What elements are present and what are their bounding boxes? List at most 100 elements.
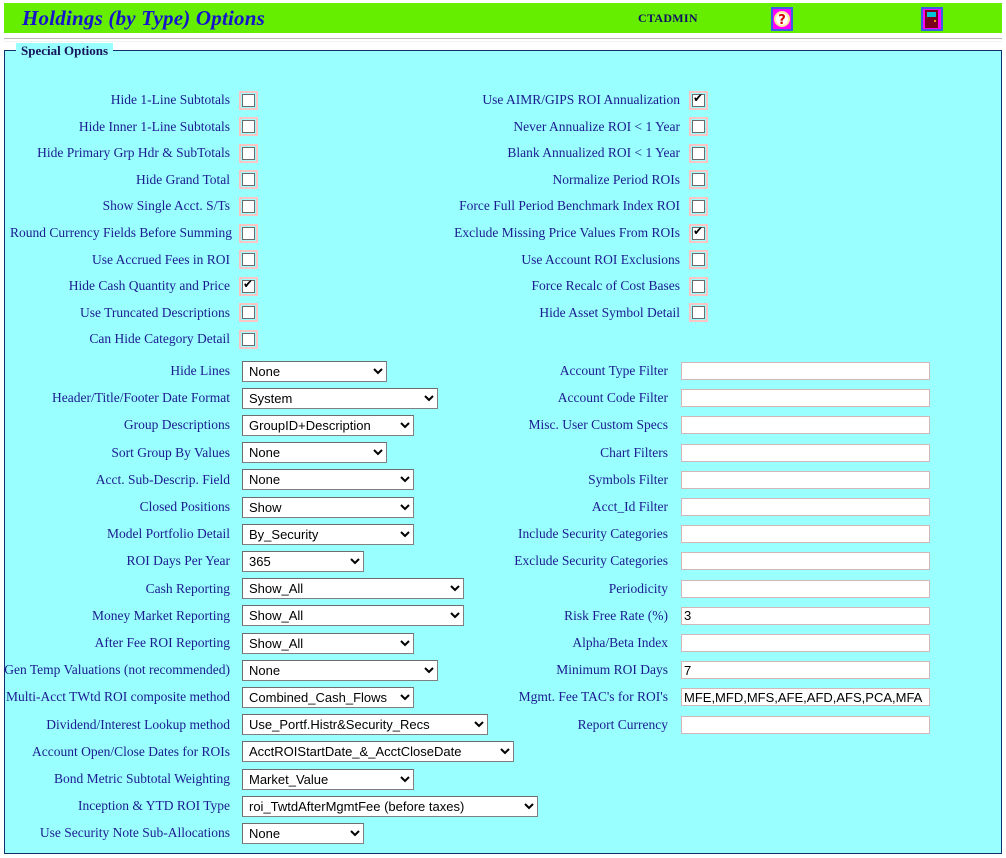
checkbox-round-currency-fields-before-summing[interactable] (242, 227, 255, 240)
checkbox-can-hide-category-detail[interactable] (242, 333, 255, 346)
checkbox-row-use-aimr-gips-roi-annualization: Use AIMR/GIPS ROI Annualization (440, 89, 705, 111)
input-exclude-security-categories[interactable] (681, 552, 930, 570)
input-report-currency[interactable] (681, 716, 930, 734)
select-group-descriptions[interactable]: GroupID+Description (242, 415, 414, 436)
checkbox-show-single-acct-s-ts[interactable] (242, 200, 255, 213)
input-periodicity[interactable] (681, 580, 930, 598)
select-label-account-open-close-dates-for-rois: Account Open/Close Dates for ROIs (2, 744, 237, 760)
select-row-closed-positions: Closed Positions Show (2, 494, 414, 520)
input-risk-free-rate[interactable] (681, 607, 930, 625)
input-row-account-code-filter: Account Code Filter (478, 386, 930, 410)
select-row-cash-reporting: Cash ReportingShow_All (2, 576, 464, 602)
special-options-legend: Special Options (16, 43, 113, 59)
checkbox-row-use-accrued-fees-in-roi: Use Accrued Fees in ROI (10, 249, 255, 271)
input-row-account-type-filter: Account Type Filter (478, 359, 930, 383)
checkbox-hide-primary-grp-hdr-subtotals[interactable] (242, 147, 255, 160)
input-label-report-currency: Report Currency (478, 717, 676, 733)
input-row-include-security-categories: Include Security Categories (478, 522, 930, 546)
input-account-type-filter[interactable] (681, 362, 930, 380)
input-row-minimum-roi-days: Minimum ROI Days (478, 658, 930, 682)
checkbox-hide-inner-1-line-subtotals[interactable] (242, 120, 255, 133)
select-row-multi-acct-twtd-roi-composite-method: Multi-Acct TWtd ROI composite methodComb… (2, 684, 414, 710)
input-symbols-filter[interactable] (681, 471, 930, 489)
checkbox-label-force-full-period-benchmark-index-roi: Force Full Period Benchmark Index ROI (440, 198, 688, 214)
checkbox-row-hide-primary-grp-hdr-subtotals: Hide Primary Grp Hdr & SubTotals (10, 142, 255, 164)
input-account-code-filter[interactable] (681, 389, 930, 407)
select-sort-group-by-values[interactable]: None (242, 442, 387, 463)
input-label-periodicity: Periodicity (478, 581, 676, 597)
checkbox-label-show-single-acct-s-ts: Show Single Acct. S/Ts (10, 198, 238, 214)
select-row-model-portfolio-detail: Model Portfolio DetailBy_Security (2, 521, 414, 547)
select-money-market-reporting[interactable]: Show_All (242, 605, 464, 626)
checkbox-label-hide-1-line-subtotals: Hide 1-Line Subtotals (10, 92, 238, 108)
select-acct-sub-descrip-field[interactable]: None (242, 469, 414, 490)
checkbox-label-hide-inner-1-line-subtotals: Hide Inner 1-Line Subtotals (10, 119, 238, 135)
checkbox-row-show-single-acct-s-ts: Show Single Acct. S/Ts (10, 195, 255, 217)
checkbox-never-annualize-roi-1-year[interactable] (692, 120, 705, 133)
checkbox-label-exclude-missing-price-values-from-rois: Exclude Missing Price Values From ROIs (440, 225, 688, 241)
select-hide-lines[interactable]: None (242, 361, 387, 382)
input-row-alpha-beta-index: Alpha/Beta Index (478, 631, 930, 655)
select-row-inception-ytd-roi-type: Inception & YTD ROI Typeroi_TwtdAfterMgm… (2, 793, 538, 819)
checkbox-row-use-truncated-descriptions: Use Truncated Descriptions (10, 302, 255, 324)
checkbox-hide-asset-symbol-detail[interactable] (692, 306, 705, 319)
input-minimum-roi-days[interactable] (681, 661, 930, 679)
input-misc-user-custom-specs[interactable] (681, 416, 930, 434)
select-row-bond-metric-subtotal-weighting: Bond Metric Subtotal WeightingMarket_Val… (2, 766, 414, 792)
exit-door-icon[interactable] (921, 7, 943, 31)
checkbox-label-hide-asset-symbol-detail: Hide Asset Symbol Detail (440, 305, 688, 321)
select-use-security-note-sub-allocations[interactable]: None (242, 823, 364, 844)
select-inception-ytd-roi-type[interactable]: roi_TwtdAfterMgmtFee (before taxes) (242, 796, 538, 817)
select-label-use-security-note-sub-allocations: Use Security Note Sub-Allocations (2, 825, 237, 841)
select-cash-reporting[interactable]: Show_All (242, 578, 464, 599)
checkbox-row-normalize-period-rois: Normalize Period ROIs (440, 169, 705, 191)
checkbox-force-full-period-benchmark-index-roi[interactable] (692, 200, 705, 213)
select-header-title-footer-date-format[interactable]: System (242, 388, 438, 409)
help-question-icon[interactable]: ? (771, 7, 793, 31)
checkbox-normalize-period-rois[interactable] (692, 173, 705, 186)
input-row-misc-user-custom-specs: Misc. User Custom Specs (478, 413, 930, 437)
select-roi-days-per-year[interactable]: 365 (242, 551, 364, 572)
select-row-sort-group-by-values: Sort Group By ValuesNone (2, 440, 387, 466)
select-label-money-market-reporting: Money Market Reporting (2, 608, 237, 624)
input-label-chart-filters: Chart Filters (478, 445, 676, 461)
input-alpha-beta-index[interactable] (681, 634, 930, 652)
select-dividend-interest-lookup-method[interactable]: Use_Portf.Histr&Security_Recs (242, 714, 488, 735)
checkbox-force-recalc-of-cost-bases[interactable] (692, 280, 705, 293)
checkbox-exclude-missing-price-values-from-rois[interactable] (692, 227, 705, 240)
select-multi-acct-twtd-roi-composite-method[interactable]: Combined_Cash_Flows (242, 687, 414, 708)
select-label-closed-positions: Closed Positions (2, 499, 237, 515)
select-row-account-open-close-dates-for-rois: Account Open/Close Dates for ROIs AcctROI… (2, 739, 514, 765)
select-label-after-fee-roi-reporting: After Fee ROI Reporting (2, 635, 237, 651)
input-acct-id-filter[interactable] (681, 498, 930, 516)
checkbox-use-aimr-gips-roi-annualization[interactable] (692, 94, 705, 107)
input-chart-filters[interactable] (681, 444, 930, 462)
checkbox-hide-grand-total[interactable] (242, 173, 255, 186)
checkbox-blank-annualized-roi-1-year[interactable] (692, 147, 705, 160)
checkbox-use-account-roi-exclusions[interactable] (692, 253, 705, 266)
select-row-money-market-reporting: Money Market Reporting Show_All (2, 603, 464, 629)
select-row-gen-temp-valuations-not-recommended: Gen Temp Valuations (not recommended)Non… (2, 657, 438, 683)
input-row-risk-free-rate: Risk Free Rate (%) (478, 604, 930, 628)
checkbox-label-use-account-roi-exclusions: Use Account ROI Exclusions (440, 252, 688, 268)
title-divider (4, 38, 1002, 42)
select-row-dividend-interest-lookup-method: Dividend/Interest Lookup methodUse_Portf… (2, 712, 488, 738)
checkbox-label-force-recalc-of-cost-bases: Force Recalc of Cost Bases (440, 278, 688, 294)
select-account-open-close-dates-for-rois[interactable]: AcctROIStartDate_&_AcctCloseDate (242, 741, 514, 762)
input-label-alpha-beta-index: Alpha/Beta Index (478, 635, 676, 651)
input-row-symbols-filter: Symbols Filter (478, 468, 930, 492)
checkbox-use-accrued-fees-in-roi[interactable] (242, 253, 255, 266)
select-closed-positions[interactable]: Show (242, 497, 414, 518)
select-model-portfolio-detail[interactable]: By_Security (242, 524, 414, 545)
input-mgmt-fee-tac-s-for-roi-s[interactable] (681, 688, 930, 706)
select-gen-temp-valuations-not-recommended[interactable]: None (242, 660, 438, 681)
checkbox-hide-cash-quantity-and-price[interactable] (242, 280, 255, 293)
select-row-group-descriptions: Group DescriptionsGroupID+Description (2, 412, 414, 438)
checkbox-hide-1-line-subtotals[interactable] (242, 94, 255, 107)
select-after-fee-roi-reporting[interactable]: Show_All (242, 633, 414, 654)
checkbox-row-force-recalc-of-cost-bases: Force Recalc of Cost Bases (440, 275, 705, 297)
select-bond-metric-subtotal-weighting[interactable]: Market_Value (242, 769, 414, 790)
select-label-hide-lines: Hide Lines (2, 363, 237, 379)
input-include-security-categories[interactable] (681, 525, 930, 543)
checkbox-use-truncated-descriptions[interactable] (242, 306, 255, 319)
